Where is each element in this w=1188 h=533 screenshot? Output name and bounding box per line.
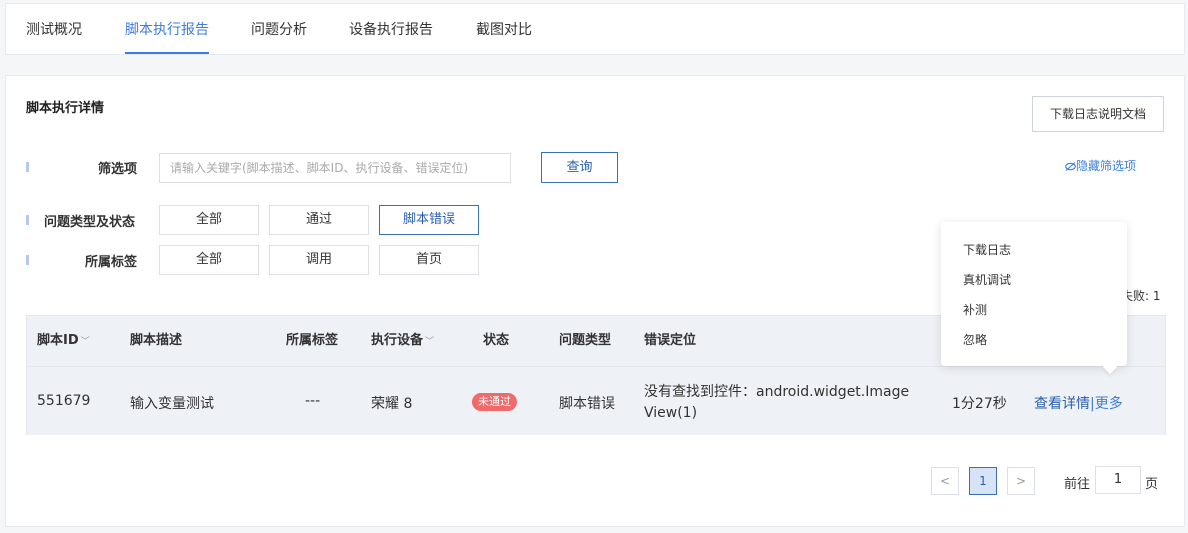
tag-all[interactable]: 全部 [159, 245, 259, 275]
query-button[interactable]: 查询 [541, 152, 618, 183]
header-device[interactable]: 执行设备 ﹀ [371, 316, 434, 367]
header-error-location: 错误定位 [644, 333, 697, 348]
view-details-link[interactable]: 查看详情 [1034, 396, 1090, 412]
more-actions-menu: 下载日志 真机调试 补测 忽略 [941, 222, 1127, 366]
tab-test-overview[interactable]: 测试概况 [26, 4, 82, 54]
tag-call[interactable]: 调用 [269, 245, 369, 275]
page-1-button[interactable]: 1 [969, 467, 997, 495]
eye-off-icon [1065, 162, 1076, 171]
header-device-label: 执行设备 [371, 333, 424, 348]
goto-suffix: 页 [1145, 477, 1159, 492]
tab-screenshot-compare[interactable]: 截图对比 [476, 4, 532, 54]
hide-filters-label: 隐藏筛选项 [1076, 159, 1137, 173]
prev-page-button[interactable]: < [931, 467, 959, 495]
type-status-pass[interactable]: 通过 [269, 205, 369, 235]
tag-home[interactable]: 首页 [379, 245, 479, 275]
menu-item-device-debug[interactable]: 真机调试 [963, 271, 1011, 288]
cell-error-location-line1: 没有查找到控件：android.widget.Image [644, 384, 910, 400]
goto-prefix: 前往 [1064, 477, 1091, 492]
download-log-doc-button[interactable]: 下载日志说明文档 [1032, 96, 1164, 132]
type-status-marker [26, 215, 29, 225]
filter-marker [26, 162, 29, 172]
report-tabs: 测试概况 脚本执行报告 问题分析 设备执行报告 截图对比 [5, 3, 1185, 55]
table-row: 551679 输入变量测试 --- 荣耀 8 未通过 脚本错误 没有查找到控件：… [27, 366, 1165, 435]
header-issue-type: 问题类型 [559, 333, 612, 348]
script-detail-panel: 脚本执行详情 下载日志说明文档 筛选项 请输入关键字(脚本描述、脚本ID、执行设… [5, 75, 1185, 527]
tag-label: 所属标签 [85, 255, 138, 270]
more-actions-link[interactable]: 更多 [1095, 396, 1123, 412]
cell-device: 荣耀 8 [371, 396, 413, 412]
cell-tag: --- [305, 393, 321, 409]
type-status-all[interactable]: 全部 [159, 205, 259, 235]
header-status: 状态 [483, 333, 510, 348]
menu-item-retest[interactable]: 补测 [963, 301, 987, 318]
type-status-script-error[interactable]: 脚本错误 [379, 205, 479, 235]
tab-device-report[interactable]: 设备执行报告 [349, 4, 433, 54]
tag-marker [26, 255, 29, 265]
next-page-button[interactable]: > [1007, 467, 1035, 495]
tab-issue-analysis[interactable]: 问题分析 [251, 4, 307, 54]
chevron-down-icon: ﹀ [80, 337, 90, 347]
row-actions: 查看详情|更多 [1034, 393, 1123, 413]
header-script-id-label: 脚本ID [37, 333, 79, 348]
cell-script-desc: 输入变量测试 [130, 396, 214, 412]
cell-error-location-line2: View(1) [644, 405, 698, 421]
cell-duration: 1分27秒 [952, 396, 1007, 412]
cell-script-id: 551679 [37, 393, 91, 409]
status-badge: 未通过 [472, 393, 517, 411]
header-script-id[interactable]: 脚本ID ﹀ [37, 316, 90, 367]
header-tag: 所属标签 [286, 333, 339, 348]
section-title: 脚本执行详情 [26, 101, 105, 116]
filter-label: 筛选项 [98, 162, 138, 177]
chevron-down-icon: ﹀ [425, 337, 435, 347]
type-status-label: 问题类型及状态 [44, 215, 136, 230]
header-script-desc: 脚本描述 [130, 333, 183, 348]
cell-issue-type: 脚本错误 [559, 396, 615, 412]
menu-item-download-log[interactable]: 下载日志 [963, 241, 1011, 258]
hide-filters-link[interactable]: 隐藏筛选项 [1065, 157, 1136, 174]
goto-page-input[interactable]: 1 [1095, 466, 1141, 494]
tab-script-report[interactable]: 脚本执行报告 [125, 4, 209, 54]
menu-item-ignore[interactable]: 忽略 [963, 331, 987, 348]
search-input[interactable]: 请输入关键字(脚本描述、脚本ID、执行设备、错误定位) [159, 153, 511, 183]
